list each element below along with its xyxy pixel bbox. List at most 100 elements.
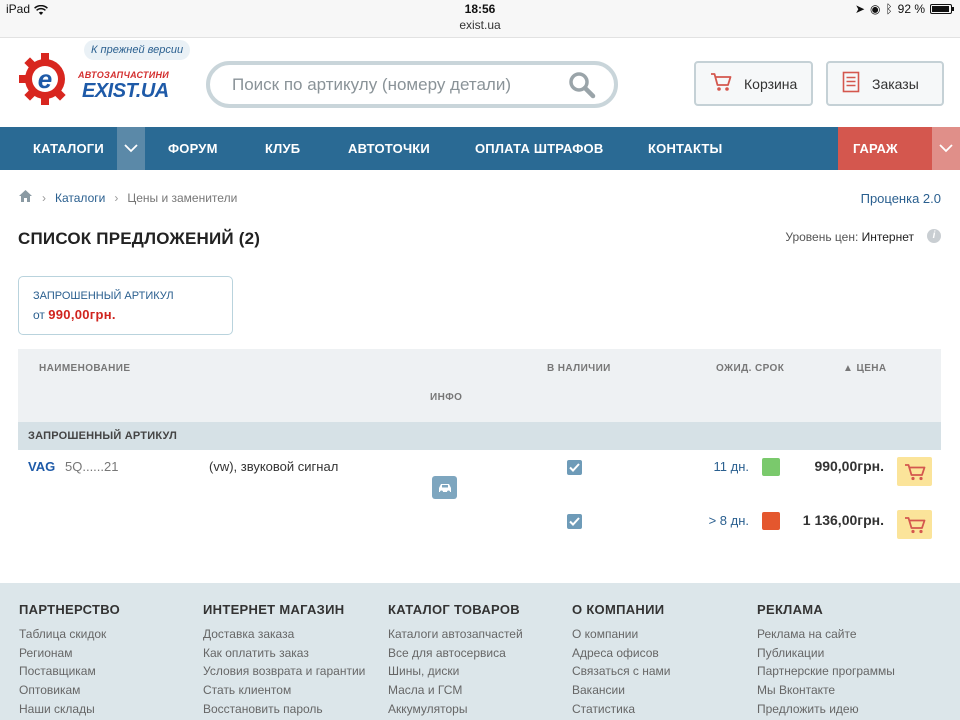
footer-link[interactable]: Мы Вконтакте (757, 681, 895, 700)
nav-item-autopoints[interactable]: АВТОТОЧКИ (348, 127, 430, 170)
search-input[interactable]: Поиск по артикулу (номеру детали) (232, 75, 511, 95)
footer-column-partnership: ПАРТНЕРСТВО Таблица скидок Регионам Пост… (19, 602, 120, 719)
footer-heading: ПАРТНЕРСТВО (19, 602, 121, 617)
garage-chevron-down-icon[interactable] (932, 127, 960, 170)
footer: ПАРТНЕРСТВО Таблица скидок Регионам Пост… (0, 583, 960, 720)
cart-label: Корзина (744, 75, 798, 92)
main-nav: КАТАЛОГИ ФОРУМ КЛУБ АВТОТОЧКИ ОПЛАТА ШТР… (0, 127, 960, 170)
footer-link[interactable]: Каталоги автозапчастей (388, 625, 523, 644)
footer-link[interactable]: Условия возврата и гарантии (203, 662, 365, 681)
footer-column-ads: РЕКЛАМА Реклама на сайте Публикации Парт… (757, 602, 895, 719)
price-level: Уровень цен: Интернет (785, 230, 914, 244)
breadcrumb: › Каталоги › Цены и заменители (18, 189, 237, 206)
requested-price: от 990,00грн. (33, 307, 116, 322)
column-info: ИНФО (430, 392, 463, 403)
nav-item-garage[interactable]: ГАРАЖ (838, 127, 932, 170)
footer-heading: ИНТЕРНЕТ МАГАЗИН (203, 602, 345, 617)
location-icon: ➤ (854, 2, 865, 16)
footer-link[interactable]: Как оплатить заказ (203, 644, 365, 663)
group-header: ЗАПРОШЕННЫЙ АРТИКУЛ (18, 422, 941, 450)
breadcrumb-separator-icon: › (42, 190, 46, 205)
footer-link[interactable]: Аккумуляторы (388, 700, 523, 719)
footer-heading: О КОМПАНИИ (572, 602, 665, 617)
footer-link[interactable]: Наши склады (19, 700, 120, 719)
breadcrumb-current: Цены и заменители (127, 190, 238, 205)
footer-link[interactable]: Статистика (572, 700, 670, 719)
footer-link[interactable]: Восстановить пароль (203, 700, 365, 719)
footer-link[interactable]: Шины, диски (388, 662, 523, 681)
home-icon[interactable] (18, 189, 33, 206)
footer-link[interactable]: Масла и ГСМ (388, 681, 523, 700)
car-icon[interactable] (432, 476, 457, 499)
footer-heading: КАТАЛОГ ТОВАРОВ (388, 602, 520, 617)
footer-link[interactable]: Регионам (19, 644, 120, 663)
estimate-link[interactable]: Проценка 2.0 (861, 191, 941, 206)
gear-logo-icon: e (19, 53, 66, 105)
nav-item-contacts[interactable]: КОНТАКТЫ (648, 127, 722, 170)
footer-heading: РЕКЛАМА (757, 602, 824, 617)
column-term[interactable]: ОЖИД. СРОК (716, 363, 784, 374)
offer-term[interactable]: 11 дн. (689, 459, 749, 474)
requested-title: ЗАПРОШЕННЫЙ АРТИКУЛ (33, 290, 174, 302)
footer-link[interactable]: Связаться с нами (572, 662, 670, 681)
footer-link[interactable]: Таблица скидок (19, 625, 120, 644)
footer-link[interactable]: Партнерские программы (757, 662, 895, 681)
orders-label: Заказы (872, 75, 919, 92)
chevron-down-icon[interactable] (117, 127, 145, 170)
logo-subtitle: АВТОЗАПЧАСТИНИ (78, 70, 170, 80)
footer-link[interactable]: Адреса офисов (572, 644, 670, 663)
column-price[interactable]: ▲ ЦЕНА (843, 363, 887, 374)
logo-name: EXIST.UA (82, 80, 169, 102)
cart-icon (710, 72, 732, 95)
footer-link[interactable]: О компании (572, 625, 670, 644)
orders-list-icon (842, 71, 860, 96)
page-title: СПИСОК ПРЕДЛОЖЕНИЙ (2) (18, 229, 261, 248)
footer-link[interactable]: Вакансии (572, 681, 670, 700)
offer-term[interactable]: > 8 дн. (689, 513, 749, 528)
alarm-icon: ◉ (869, 2, 881, 16)
search-icon[interactable] (568, 71, 596, 104)
footer-link[interactable]: Стать клиентом (203, 681, 365, 700)
footer-column-shop: ИНТЕРНЕТ МАГАЗИН Доставка заказа Как опл… (203, 602, 365, 719)
footer-link[interactable]: Публикации (757, 644, 895, 663)
requested-article-filter[interactable]: ЗАПРОШЕННЫЙ АРТИКУЛ от 990,00грн. (18, 276, 233, 335)
nav-item-catalogs[interactable]: КАТАЛОГИ (33, 127, 104, 170)
price-level-value[interactable]: Интернет (862, 230, 914, 244)
add-to-cart-button[interactable] (897, 510, 932, 539)
footer-link[interactable]: Предложить идею (757, 700, 895, 719)
battery-icon (930, 4, 954, 14)
add-to-cart-button[interactable] (897, 457, 932, 486)
svg-text:e: e (38, 64, 52, 94)
offer-price: 990,00грн. (814, 458, 884, 474)
footer-link[interactable]: Доставка заказа (203, 625, 365, 644)
nav-item-forum[interactable]: ФОРУМ (168, 127, 218, 170)
item-brand[interactable]: VAG (28, 459, 55, 474)
previous-version-link[interactable]: К прежней версии (84, 40, 191, 60)
cart-button[interactable]: Корзина (694, 61, 813, 106)
url-bar[interactable]: exist.ua (0, 18, 960, 32)
footer-link[interactable]: Поставщикам (19, 662, 120, 681)
footer-column-company: О КОМПАНИИ О компании Адреса офисов Связ… (572, 602, 670, 719)
status-bar: iPad 18:56 exist.ua ➤ ◉ ᛒ 92 % (0, 0, 960, 38)
bluetooth-icon: ᛒ (885, 2, 893, 16)
clock: 18:56 (464, 2, 496, 16)
nav-item-club[interactable]: КЛУБ (265, 127, 300, 170)
column-stock[interactable]: В НАЛИЧИИ (547, 363, 611, 374)
nav-item-fines[interactable]: ОПЛАТА ШТРАФОВ (475, 127, 603, 170)
breadcrumb-catalogs[interactable]: Каталоги (55, 191, 105, 205)
orders-button[interactable]: Заказы (826, 61, 944, 106)
footer-link[interactable]: Оптовикам (19, 681, 120, 700)
footer-link[interactable]: Реклама на сайте (757, 625, 895, 644)
breadcrumb-separator-icon: › (114, 190, 119, 205)
column-name[interactable]: НАИМЕНОВАНИЕ (39, 363, 130, 374)
footer-link[interactable]: Все для автосервиса (388, 644, 523, 663)
sort-asc-icon: ▲ (843, 363, 854, 374)
offer-price: 1 136,00грн. (802, 512, 884, 528)
battery-percent: 92 % (897, 2, 925, 16)
info-icon[interactable]: i (927, 229, 941, 243)
item-description: (vw), звуковой сигнал (209, 459, 339, 474)
offers-table-header: НАИМЕНОВАНИЕ ИНФО В НАЛИЧИИ ОЖИД. СРОК ▲… (18, 349, 941, 422)
in-stock-check-icon (567, 514, 582, 529)
search-box[interactable]: Поиск по артикулу (номеру детали) (206, 61, 618, 108)
item-article: 5Q......21 (65, 459, 119, 474)
